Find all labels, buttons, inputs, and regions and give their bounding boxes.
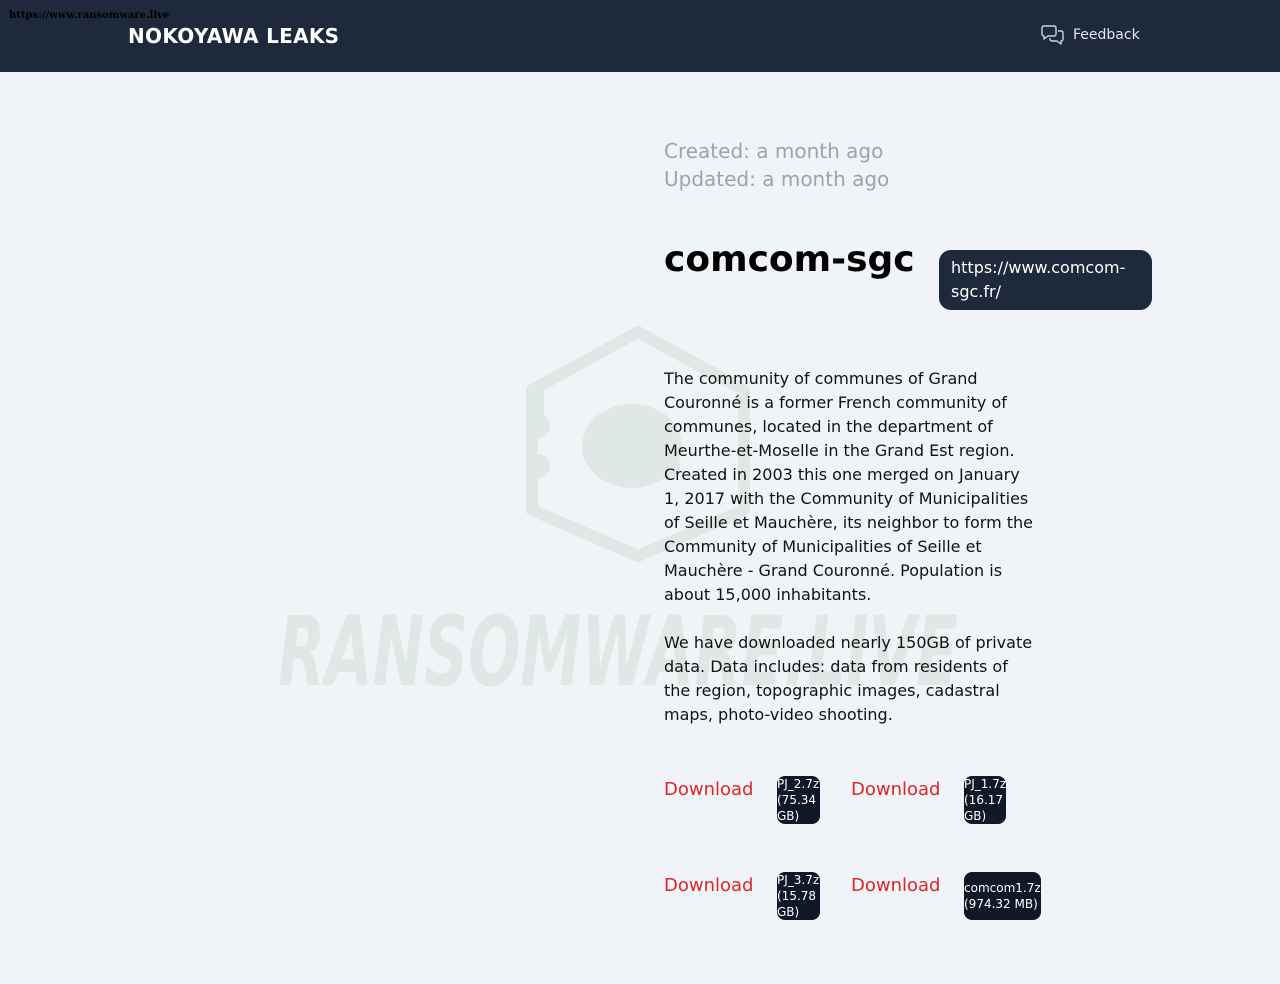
source-url: https://www.ransomware.live [9, 10, 170, 21]
updated-date: Updated: a month ago [664, 167, 890, 191]
victim-description: The community of communes of Grand Couro… [664, 367, 1034, 751]
created-date: Created: a month ago [664, 139, 884, 163]
download-link[interactable]: Download [851, 875, 940, 896]
victim-title: comcom-sgc [664, 239, 915, 280]
feedback-label: Feedback [1073, 27, 1140, 43]
file-badge: comcom1.7z (974.32 MB) [964, 872, 1041, 920]
victim-website-link[interactable]: https://www.comcom-sgc.fr/ [939, 250, 1152, 310]
description-paragraph: The community of communes of Grand Couro… [664, 369, 1034, 604]
site-brand[interactable]: NOKOYAWA LEAKS [128, 24, 339, 48]
file-badge: PJ_1.7z (16.17 GB) [964, 776, 1006, 824]
description-paragraph: We have downloaded nearly 150GB of priva… [664, 633, 1033, 724]
file-badge: PJ_2.7z (75.34 GB) [777, 776, 820, 824]
feedback-button[interactable]: Feedback [1040, 24, 1140, 46]
download-link[interactable]: Download [851, 779, 940, 800]
download-link[interactable]: Download [664, 779, 753, 800]
download-link[interactable]: Download [664, 875, 753, 896]
file-badge: PJ_3.7z (15.78 GB) [777, 872, 820, 920]
post-dates: Created: a month ago Updated: a month ag… [664, 137, 889, 193]
top-navbar: NOKOYAWA LEAKS Feedback [0, 0, 1280, 72]
chat-bubbles-icon [1041, 25, 1064, 45]
